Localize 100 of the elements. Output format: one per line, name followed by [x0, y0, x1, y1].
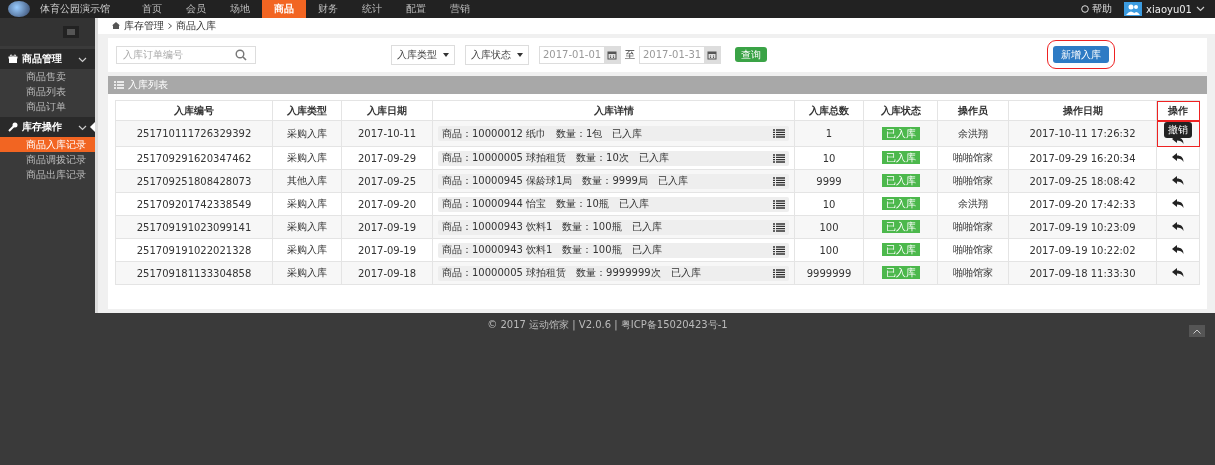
help-icon	[1081, 5, 1090, 13]
undo-icon[interactable]	[1172, 152, 1184, 162]
table-cell: 251709191023099141	[115, 215, 273, 239]
nav-tab[interactable]: 场地	[218, 0, 262, 18]
undo-icon[interactable]	[1172, 135, 1184, 144]
calendar-icon[interactable]	[607, 49, 617, 60]
brand-name: 体育公园演示馆	[40, 2, 110, 16]
nav-tab[interactable]: 财务	[306, 0, 350, 18]
sidebar-item[interactable]: 商品调拨记录	[0, 152, 95, 167]
user-name[interactable]: xiaoyu01	[1146, 3, 1192, 15]
table-cell: 2017-09-19	[341, 238, 433, 262]
nav-tab[interactable]: 营销	[438, 0, 482, 18]
sidebar-group[interactable]: 库存操作	[0, 117, 95, 137]
back-to-top-button[interactable]	[1189, 325, 1205, 337]
sidebar-item[interactable]: 商品售卖	[0, 69, 95, 84]
table-cell: 2017-09-29	[341, 146, 433, 170]
detail-field: 商品：10000943 饮料1 数量：100瓶 已入库	[438, 242, 789, 258]
column-header: 入库类型	[272, 100, 342, 121]
table-cell: 余洪翔	[937, 192, 1009, 216]
column-header: 入库日期	[341, 100, 433, 121]
table-cell: 2017-09-18 11:33:30	[1008, 261, 1157, 285]
nav-tab[interactable]: 会员	[174, 0, 218, 18]
undo-icon[interactable]	[1172, 244, 1184, 254]
table-cell: 采购入库	[272, 192, 342, 216]
table-cell: 10	[794, 192, 864, 216]
dropdown-caret-icon	[517, 52, 523, 57]
wrench-icon	[8, 122, 18, 132]
table-cell: 2017-09-20	[341, 192, 433, 216]
table-cell: 2017-09-20 17:42:33	[1008, 192, 1157, 216]
help-link[interactable]: 帮助	[1081, 2, 1113, 16]
detail-field: 商品：10000005 球拍租赁 数量：9999999次 已入库	[438, 265, 789, 281]
status-badge: 已入库	[881, 220, 920, 233]
sidebar-item[interactable]: 商品订单	[0, 99, 95, 114]
status-badge: 已入库	[881, 243, 920, 256]
list-icon[interactable]	[773, 153, 785, 163]
undo-icon[interactable]	[1172, 221, 1184, 231]
detail-field: 商品：10000012 纸巾 数量：1包 已入库	[438, 126, 789, 141]
breadcrumb-item: 商品入库	[176, 18, 216, 33]
table-cell: 251709181133304858	[115, 261, 273, 285]
list-icon[interactable]	[773, 268, 785, 278]
table-cell: 采购入库	[272, 238, 342, 262]
table-cell: 251710111726329392	[115, 120, 273, 147]
detail-field: 商品：10000005 球拍租赁 数量：10次 已入库	[438, 150, 789, 166]
user-avatar-icon[interactable]	[1124, 2, 1143, 16]
undo-icon[interactable]	[1172, 198, 1184, 208]
sidebar-item[interactable]: 商品列表	[0, 84, 95, 99]
list-icon[interactable]	[773, 176, 785, 186]
list-icon[interactable]	[773, 245, 785, 255]
add-button[interactable]: 新增入库	[1053, 46, 1109, 64]
type-select[interactable]: 入库类型	[391, 44, 455, 65]
table-cell: 2017-09-19 10:22:02	[1008, 238, 1157, 262]
detail-field: 商品：10000944 怡宝 数量：10瓶 已入库	[438, 196, 789, 212]
status-badge: 已入库	[881, 197, 920, 210]
dropdown-caret-icon	[443, 52, 449, 57]
list-icon[interactable]	[773, 199, 785, 209]
status-badge: 已入库	[881, 126, 920, 140]
column-header: 入库详情	[432, 100, 795, 121]
search-icon[interactable]	[235, 48, 247, 61]
sidebar-item[interactable]: 商品出库记录	[0, 167, 95, 182]
table-cell: 251709291620347462	[115, 146, 273, 170]
list-icon[interactable]	[773, 129, 785, 138]
table-cell: 2017-10-11	[341, 120, 433, 147]
detail-field: 商品：10000943 饮料1 数量：100瓶 已入库	[438, 219, 789, 235]
table-cell: 啪啪馆家	[937, 146, 1009, 170]
table-cell: 余洪翔	[937, 120, 1009, 147]
nav-tab[interactable]: 统计	[350, 0, 394, 18]
status-select[interactable]: 入库状态	[465, 44, 529, 65]
list-icon[interactable]	[773, 222, 785, 232]
detail-field: 商品：10000945 保龄球1局 数量：9999局 已入库	[438, 173, 789, 189]
date-separator: 至	[625, 47, 635, 62]
chevron-up-icon	[1193, 328, 1201, 334]
search-field[interactable]: 入库订单编号	[116, 45, 256, 64]
caret-icon	[1196, 6, 1205, 12]
chevron-right-icon	[168, 22, 172, 29]
nav-tab[interactable]: 配置	[394, 0, 438, 18]
panel-title: 入库列表	[128, 78, 168, 92]
home-icon	[112, 22, 120, 30]
status-badge: 已入库	[881, 151, 920, 164]
table-cell: 2017-09-29 16:20:34	[1008, 146, 1157, 170]
status-badge: 已入库	[881, 174, 920, 187]
footer-text: © 2017 运动馆家 | V2.0.6 | 粤ICP备15020423号-1	[487, 318, 728, 333]
breadcrumb-item[interactable]: 库存管理	[124, 18, 164, 33]
calendar-icon[interactable]	[707, 49, 717, 60]
logo-icon	[8, 1, 30, 17]
column-header: 入库总数	[794, 100, 864, 121]
table-cell: 采购入库	[272, 120, 342, 147]
nav-tab[interactable]: 首页	[130, 0, 174, 18]
undo-icon[interactable]	[1172, 267, 1184, 277]
table-cell: 啪啪馆家	[937, 238, 1009, 262]
sidebar-group[interactable]: 商品管理	[0, 49, 95, 69]
table-cell: 2017-09-19 10:23:09	[1008, 215, 1157, 239]
table-cell: 100	[794, 238, 864, 262]
undo-icon[interactable]	[1172, 175, 1184, 185]
table-cell: 251709201742338549	[115, 192, 273, 216]
column-header: 操作日期	[1008, 100, 1157, 121]
table-cell: 采购入库	[272, 146, 342, 170]
column-header: 入库编号	[115, 100, 273, 121]
column-header: 操作	[1156, 100, 1200, 121]
chevron-down-icon	[78, 56, 87, 63]
column-header: 入库状态	[863, 100, 938, 121]
